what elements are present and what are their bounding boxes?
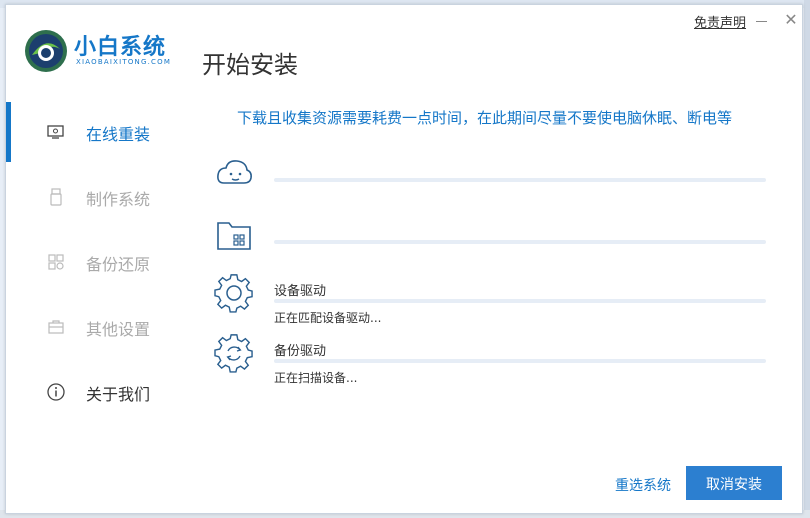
step-collect xyxy=(214,215,774,275)
monitor-icon xyxy=(47,125,64,139)
usb-icon xyxy=(50,188,62,206)
sidebar-item-other-settings[interactable]: 其他设置 xyxy=(6,297,192,357)
brand-subtitle: XIAOBAIXITONG.COM xyxy=(76,58,172,66)
cancel-install-button[interactable]: 取消安装 xyxy=(686,466,782,500)
step-status: 正在扫描设备... xyxy=(274,371,358,385)
sidebar-item-backup-restore[interactable]: 备份还原 xyxy=(6,232,192,292)
disclaimer-link[interactable]: 免责声明 xyxy=(694,12,746,31)
sidebar-item-label: 制作系统 xyxy=(86,190,151,209)
download-progress-track xyxy=(274,178,766,182)
minimize-button[interactable] xyxy=(754,13,770,29)
sidebar-item-label: 备份还原 xyxy=(86,255,151,274)
step-device-driver: 设备驱动 正在匹配设备驱动... xyxy=(214,273,774,333)
step-backup-driver: 备份驱动 正在扫描设备... xyxy=(214,333,774,393)
collect-progress-track xyxy=(274,240,766,244)
step-title: 设备驱动 xyxy=(274,284,327,299)
app-logo xyxy=(25,30,67,72)
gear-sync-icon xyxy=(214,334,253,373)
cloud-icon xyxy=(217,160,252,184)
brand-name: 小白系统 xyxy=(74,35,167,60)
installer-window: 小白系统 XIAOBAIXITONG.COM 开始安装 免责声明 ✕ 在线重装 … xyxy=(5,4,803,514)
active-indicator xyxy=(6,102,11,162)
sidebar-item-make-system[interactable]: 制作系统 xyxy=(6,167,192,227)
page-title: 开始安装 xyxy=(202,51,298,79)
desktop-background-right xyxy=(804,0,810,518)
step-download xyxy=(214,153,774,213)
reselect-system-link[interactable]: 重选系统 xyxy=(615,475,671,495)
briefcase-icon xyxy=(48,320,64,334)
close-button[interactable]: ✕ xyxy=(782,11,800,29)
step-status: 正在匹配设备驱动... xyxy=(274,311,382,325)
device-driver-progress-track xyxy=(274,299,766,303)
sidebar-item-about-us[interactable]: 关于我们 xyxy=(6,362,192,422)
backup-driver-progress-track xyxy=(274,359,766,363)
sidebar-item-label: 关于我们 xyxy=(86,385,151,404)
sidebar-item-label: 在线重装 xyxy=(86,125,151,144)
gear-icon xyxy=(214,274,253,313)
info-icon xyxy=(47,383,65,401)
sidebar-item-online-reinstall[interactable]: 在线重装 xyxy=(6,102,192,162)
step-title: 备份驱动 xyxy=(274,344,327,359)
sidebar-item-label: 其他设置 xyxy=(86,320,151,339)
grid-icon xyxy=(48,254,64,270)
folder-icon xyxy=(217,222,251,250)
notice-text: 下载且收集资源需要耗费一点时间，在此期间尽量不要使电脑休眠、断电等 xyxy=(237,109,733,127)
